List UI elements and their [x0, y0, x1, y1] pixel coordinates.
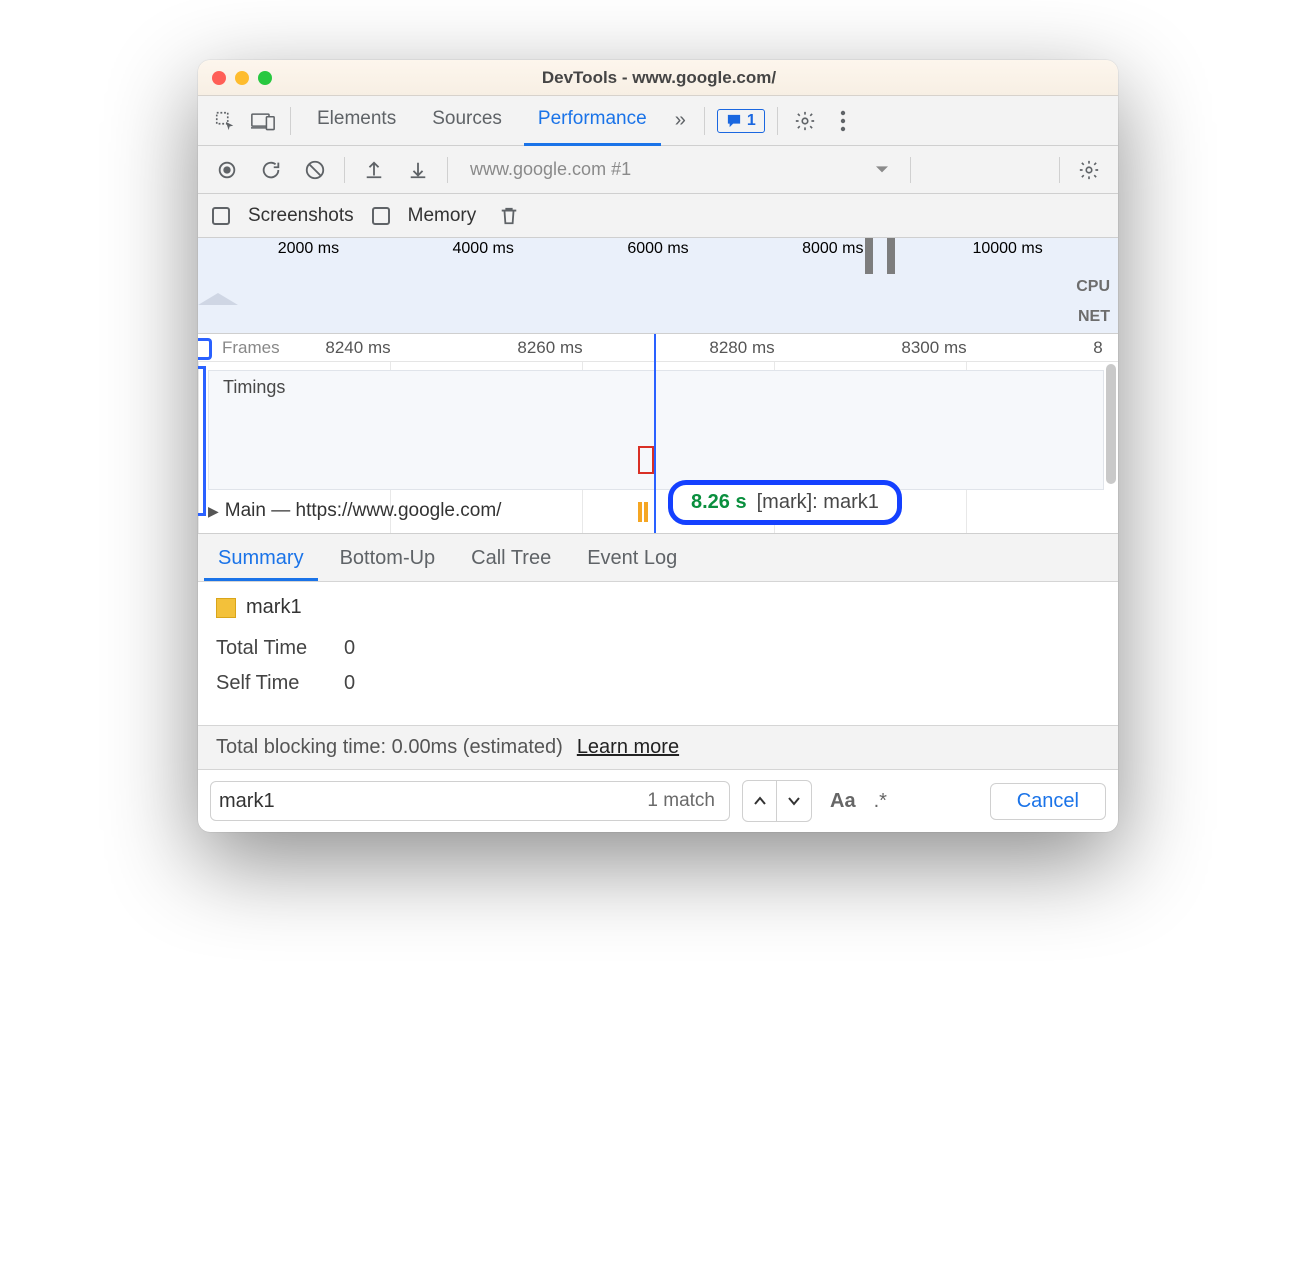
- close-icon[interactable]: [212, 71, 226, 85]
- recording-select[interactable]: www.google.com #1: [462, 159, 896, 180]
- flame-chart[interactable]: ms Frames 8240 ms 8260 ms 8280 ms 8300 m…: [198, 334, 1118, 534]
- reload-record-icon[interactable]: [256, 155, 286, 185]
- summary-panel: mark1 Total Time 0 Self Time 0: [198, 582, 1118, 725]
- tab-sources[interactable]: Sources: [418, 96, 516, 146]
- devtools-window: DevTools - www.google.com/ Elements Sour…: [198, 60, 1118, 832]
- search-nav: [742, 780, 812, 822]
- overview-tick: 4000 ms: [453, 240, 514, 258]
- tab-summary[interactable]: Summary: [204, 547, 318, 581]
- memory-checkbox[interactable]: [372, 207, 390, 225]
- window-title: DevTools - www.google.com/: [272, 68, 1046, 88]
- ruler-tick: 8300 ms: [901, 338, 966, 358]
- download-profile-icon[interactable]: [403, 155, 433, 185]
- console-badge[interactable]: 1: [717, 109, 765, 133]
- mark-tooltip: 8.26 s [mark]: mark1: [668, 480, 902, 525]
- main-thread-label: Main — https://www.google.com/: [225, 500, 502, 522]
- self-time-label: Self Time: [216, 672, 326, 695]
- net-label: NET: [1078, 308, 1110, 326]
- task-bar-icon[interactable]: [638, 502, 642, 522]
- panel-tabs: Elements Sources Performance » 1: [198, 96, 1118, 146]
- ruler-tick: 8: [1093, 338, 1102, 358]
- screenshots-label: Screenshots: [248, 205, 354, 227]
- self-time-value: 0: [344, 672, 355, 695]
- search-query: mark1: [219, 790, 275, 813]
- tab-elements[interactable]: Elements: [303, 96, 410, 146]
- regex-toggle[interactable]: .*: [874, 790, 887, 813]
- tab-bottom-up[interactable]: Bottom-Up: [326, 547, 450, 581]
- collect-garbage-icon[interactable]: [494, 201, 524, 231]
- details-tabs: Summary Bottom-Up Call Tree Event Log: [198, 534, 1118, 582]
- tbt-text: Total blocking time: 0.00ms (estimated): [216, 736, 563, 759]
- vertical-scrollbar[interactable]: [1106, 364, 1116, 484]
- ruler-tick: 8280 ms: [709, 338, 774, 358]
- event-color-chip-icon: [216, 598, 236, 618]
- event-name: mark1: [246, 596, 302, 619]
- overview-tick: 6000 ms: [627, 240, 688, 258]
- window-controls: [212, 71, 272, 85]
- overview-tick: 2000 ms: [278, 240, 339, 258]
- search-bar: mark1 1 match Aa .* Cancel: [198, 769, 1118, 832]
- search-input[interactable]: mark1 1 match: [210, 781, 730, 821]
- timings-track-label: Timings: [223, 377, 285, 398]
- chat-icon: [726, 114, 742, 128]
- tab-event-log[interactable]: Event Log: [573, 547, 691, 581]
- detail-ruler: 8240 ms 8260 ms 8280 ms 8300 ms 8: [198, 334, 1118, 362]
- memory-label: Memory: [408, 205, 477, 227]
- prev-match-icon[interactable]: [743, 781, 777, 821]
- capture-options: Screenshots Memory: [198, 194, 1118, 238]
- cancel-button[interactable]: Cancel: [990, 783, 1106, 820]
- tab-performance[interactable]: Performance: [524, 96, 661, 146]
- minimize-icon[interactable]: [235, 71, 249, 85]
- match-case-toggle[interactable]: Aa: [830, 790, 856, 813]
- device-toolbar-icon[interactable]: [248, 106, 278, 136]
- capture-settings-gear-icon[interactable]: [1074, 155, 1104, 185]
- titlebar: DevTools - www.google.com/: [198, 60, 1118, 96]
- next-match-icon[interactable]: [777, 781, 811, 821]
- inspect-element-icon[interactable]: [210, 106, 240, 136]
- tooltip-time: 8.26 s: [691, 491, 747, 514]
- settings-gear-icon[interactable]: [790, 106, 820, 136]
- ruler-tick: 8240 ms: [325, 338, 390, 358]
- upload-profile-icon[interactable]: [359, 155, 389, 185]
- ruler-tick: 8260 ms: [517, 338, 582, 358]
- total-time-label: Total Time: [216, 637, 326, 660]
- tab-call-tree[interactable]: Call Tree: [457, 547, 565, 581]
- match-count: 1 match: [647, 790, 721, 812]
- clear-icon[interactable]: [300, 155, 330, 185]
- blocking-time-bar: Total blocking time: 0.00ms (estimated) …: [198, 725, 1118, 769]
- learn-more-link[interactable]: Learn more: [577, 736, 679, 759]
- performance-toolbar: www.google.com #1: [198, 146, 1118, 194]
- main-thread-row[interactable]: ▶ Main — https://www.google.com/: [208, 500, 501, 522]
- timings-track[interactable]: Timings: [208, 370, 1104, 490]
- overview-tick: 10000 ms: [972, 240, 1042, 258]
- total-time-value: 0: [344, 637, 355, 660]
- disclosure-triangle-icon[interactable]: ▶: [208, 503, 219, 520]
- console-count: 1: [747, 112, 756, 130]
- overview-tick: 8000 ms: [802, 240, 863, 258]
- selection-bracket-icon: [198, 366, 206, 516]
- tooltip-label: [mark]: mark1: [757, 491, 879, 514]
- kebab-menu-icon[interactable]: [828, 106, 858, 136]
- record-button-icon[interactable]: [212, 155, 242, 185]
- playhead-line-icon[interactable]: [654, 334, 656, 533]
- more-tabs-icon[interactable]: »: [669, 109, 692, 132]
- screenshots-checkbox[interactable]: [212, 207, 230, 225]
- overview-timeline[interactable]: 2000 ms 4000 ms 6000 ms 8000 ms 10000 ms…: [198, 238, 1118, 334]
- timing-marker-icon[interactable]: [638, 446, 654, 474]
- zoom-icon[interactable]: [258, 71, 272, 85]
